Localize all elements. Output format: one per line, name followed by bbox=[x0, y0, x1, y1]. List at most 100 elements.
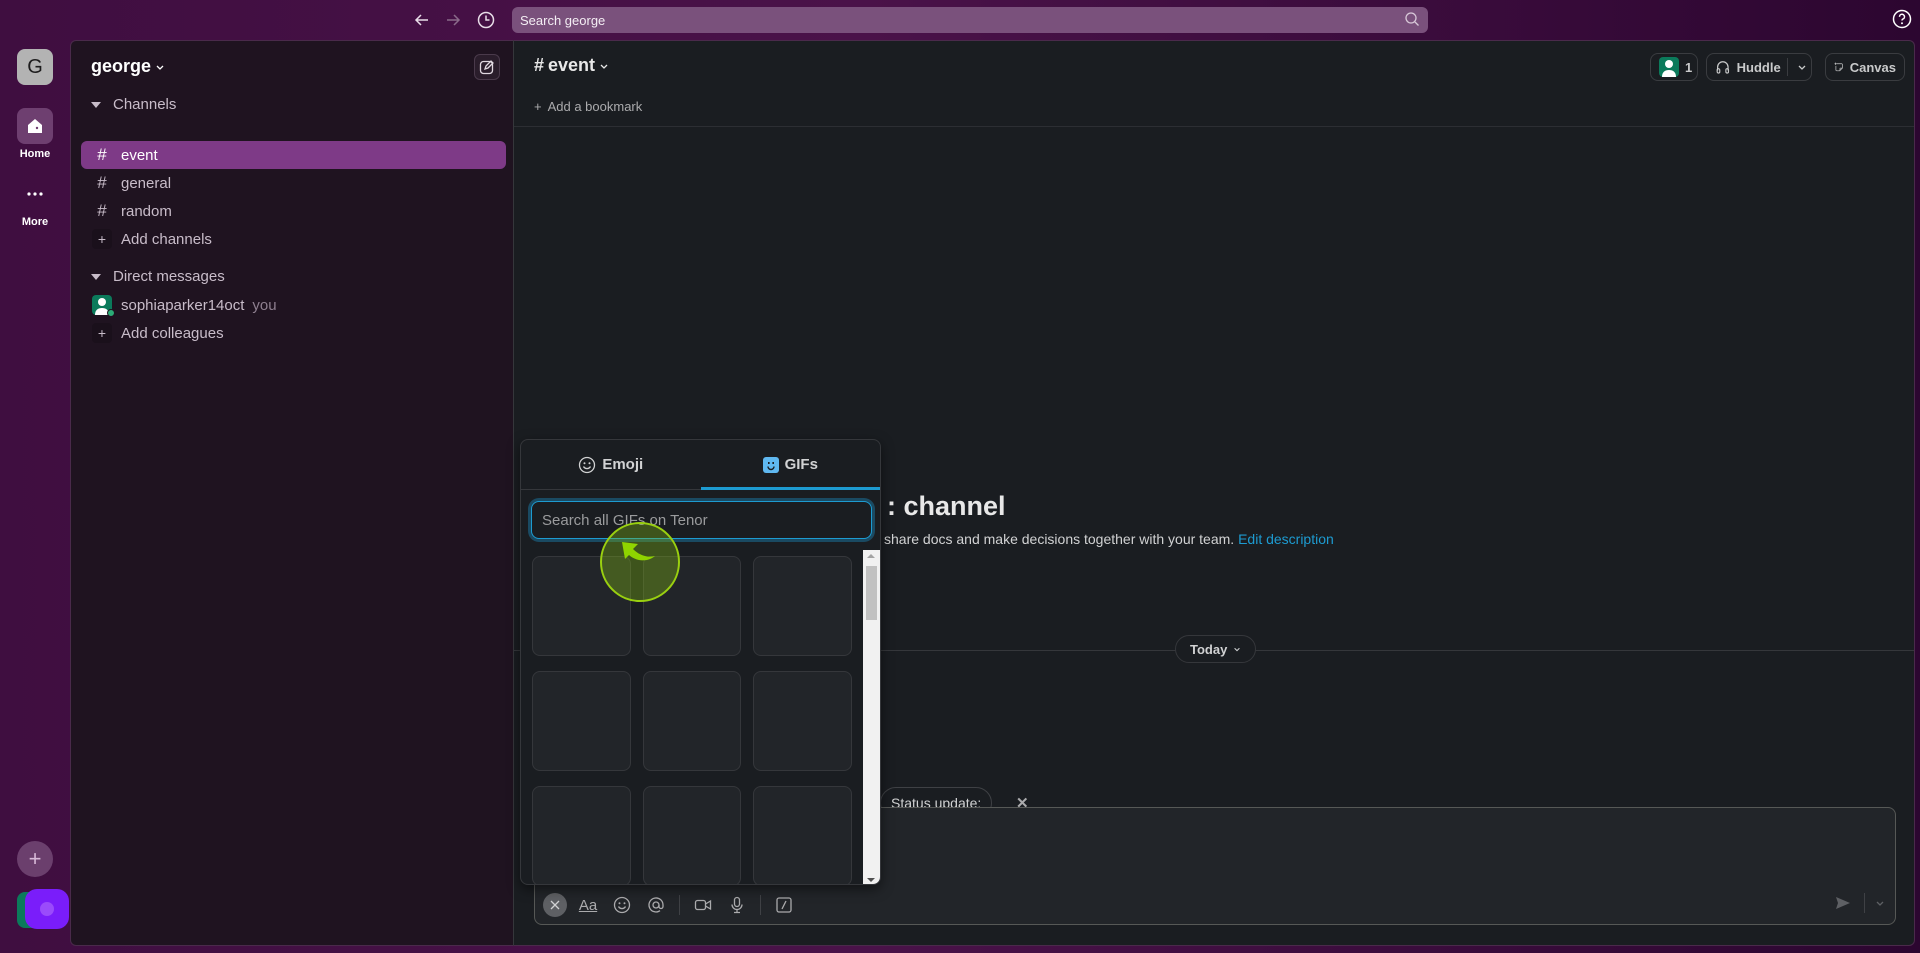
gif-cell[interactable] bbox=[753, 556, 852, 656]
tab-gifs[interactable]: GIFs bbox=[700, 440, 881, 490]
channel-name: event bbox=[121, 146, 158, 164]
gif-scrollbar[interactable] bbox=[863, 550, 880, 884]
add-bookmark-label: Add a bookmark bbox=[547, 99, 643, 114]
plus-icon: + bbox=[92, 323, 112, 343]
caret-down-icon bbox=[91, 101, 101, 108]
gif-cell[interactable] bbox=[532, 786, 631, 884]
date-divider-button[interactable]: Today bbox=[1175, 635, 1257, 663]
gif-icon bbox=[762, 456, 779, 473]
gif-cell[interactable] bbox=[532, 556, 631, 656]
add-workspace-button[interactable]: + bbox=[17, 841, 53, 877]
search-bar[interactable]: Search george bbox=[512, 7, 1428, 33]
rail-more-label: More bbox=[21, 216, 49, 228]
send-button[interactable] bbox=[1830, 890, 1856, 916]
toolbar-divider bbox=[679, 895, 680, 915]
intro-description-text: share docs and make decisions together w… bbox=[884, 531, 1235, 547]
hash-icon: # bbox=[534, 55, 545, 75]
edit-description-link[interactable]: Edit description bbox=[1238, 531, 1334, 547]
compose-icon bbox=[479, 60, 494, 75]
picker-tabs: Emoji GIFs bbox=[521, 440, 880, 490]
channel-intro-description: share docs and make decisions together w… bbox=[884, 531, 1334, 547]
add-channels-button[interactable]: + Add channels bbox=[81, 225, 506, 253]
canvas-button[interactable]: Canvas bbox=[1825, 53, 1905, 81]
channels-section-header[interactable]: Channels bbox=[91, 96, 176, 113]
send-icon bbox=[1836, 897, 1850, 909]
rail-more[interactable]: More bbox=[0, 176, 70, 228]
arrow-right-icon bbox=[447, 14, 461, 26]
channel-title-button[interactable]: # event bbox=[534, 55, 609, 76]
dm-header-label: Direct messages bbox=[113, 268, 225, 285]
gif-cell[interactable] bbox=[532, 671, 631, 771]
help-button[interactable] bbox=[1892, 9, 1912, 29]
audio-clip-button[interactable] bbox=[724, 892, 750, 918]
workspace-menu[interactable]: george bbox=[91, 56, 165, 77]
canvas-label: Canvas bbox=[1849, 59, 1896, 75]
tab-emoji-label: Emoji bbox=[602, 456, 644, 473]
formatting-button[interactable]: Aa bbox=[575, 892, 601, 918]
forward-button[interactable] bbox=[441, 8, 465, 32]
caret-down-icon bbox=[91, 273, 101, 280]
dm-section-header[interactable]: Direct messages bbox=[91, 268, 225, 285]
dm-name: sophiaparker14oct bbox=[121, 296, 245, 314]
gif-search-input[interactable] bbox=[531, 501, 872, 539]
plus-icon: + bbox=[92, 229, 112, 249]
hash-icon: # bbox=[97, 201, 107, 220]
smiley-icon bbox=[613, 896, 631, 914]
huddle-button[interactable]: Huddle bbox=[1706, 53, 1812, 81]
channels-header-label: Channels bbox=[113, 96, 177, 113]
search-icon bbox=[1405, 12, 1419, 26]
scroll-down-icon[interactable] bbox=[867, 878, 875, 882]
member-avatar-icon bbox=[1659, 57, 1679, 77]
workspace-name: george bbox=[91, 56, 152, 76]
compose-button[interactable] bbox=[474, 54, 500, 80]
sidebar-channel-random[interactable]: # random bbox=[81, 197, 506, 225]
plus-icon: + bbox=[534, 99, 542, 114]
huddle-label: Huddle bbox=[1736, 59, 1781, 75]
sidebar-channel-event[interactable]: # event bbox=[81, 141, 506, 169]
gif-grid bbox=[532, 556, 852, 884]
history-button[interactable] bbox=[474, 8, 498, 32]
gif-cell[interactable] bbox=[643, 786, 741, 884]
plus-icon: + bbox=[28, 846, 42, 871]
channel-intro-title: : channel bbox=[887, 491, 1006, 521]
schedule-send-button[interactable] bbox=[1873, 890, 1887, 916]
add-colleagues-button[interactable]: + Add colleagues bbox=[81, 319, 506, 347]
member-count: 1 bbox=[1685, 59, 1693, 75]
video-clip-button[interactable] bbox=[690, 892, 716, 918]
dm-avatar bbox=[92, 295, 115, 317]
tab-emoji[interactable]: Emoji bbox=[521, 440, 701, 489]
headphones-icon bbox=[1716, 61, 1730, 74]
search-placeholder: Search george bbox=[520, 12, 606, 28]
help-icon bbox=[1892, 9, 1912, 29]
smiley-icon bbox=[579, 456, 596, 473]
rail-home[interactable]: Home bbox=[0, 108, 70, 160]
mention-button[interactable] bbox=[643, 892, 669, 918]
microphone-icon bbox=[731, 896, 743, 914]
members-button[interactable]: 1 bbox=[1650, 53, 1698, 81]
huddle-options-button[interactable] bbox=[1794, 62, 1811, 72]
send-area bbox=[1830, 890, 1887, 916]
add-bookmark-button[interactable]: + Add a bookmark bbox=[534, 99, 642, 114]
gif-cell[interactable] bbox=[643, 671, 741, 771]
overlay-widget-icon bbox=[25, 889, 69, 929]
gif-cell[interactable] bbox=[643, 556, 741, 656]
channel-title: event bbox=[548, 55, 596, 75]
chevron-down-icon bbox=[1234, 647, 1241, 652]
shortcuts-button[interactable] bbox=[771, 892, 797, 918]
sidebar-channel-general[interactable]: # general bbox=[81, 169, 506, 197]
back-button[interactable] bbox=[410, 8, 434, 32]
huddle-divider bbox=[1786, 58, 1788, 76]
workspace-avatar[interactable]: G bbox=[17, 49, 53, 85]
scroll-up-icon[interactable] bbox=[867, 554, 875, 558]
gif-cell[interactable] bbox=[753, 671, 852, 771]
chevron-down-icon bbox=[156, 65, 164, 70]
send-divider bbox=[1864, 893, 1865, 913]
home-icon bbox=[28, 119, 42, 133]
close-formatting-button[interactable] bbox=[543, 893, 567, 917]
gif-cell[interactable] bbox=[753, 786, 852, 884]
more-icon bbox=[27, 192, 43, 196]
sidebar-dm-sophiaparker14oct[interactable]: sophiaparker14oct you bbox=[81, 291, 506, 319]
emoji-button[interactable] bbox=[609, 892, 635, 918]
scroll-thumb[interactable] bbox=[866, 566, 877, 620]
channel-name: random bbox=[121, 202, 172, 220]
